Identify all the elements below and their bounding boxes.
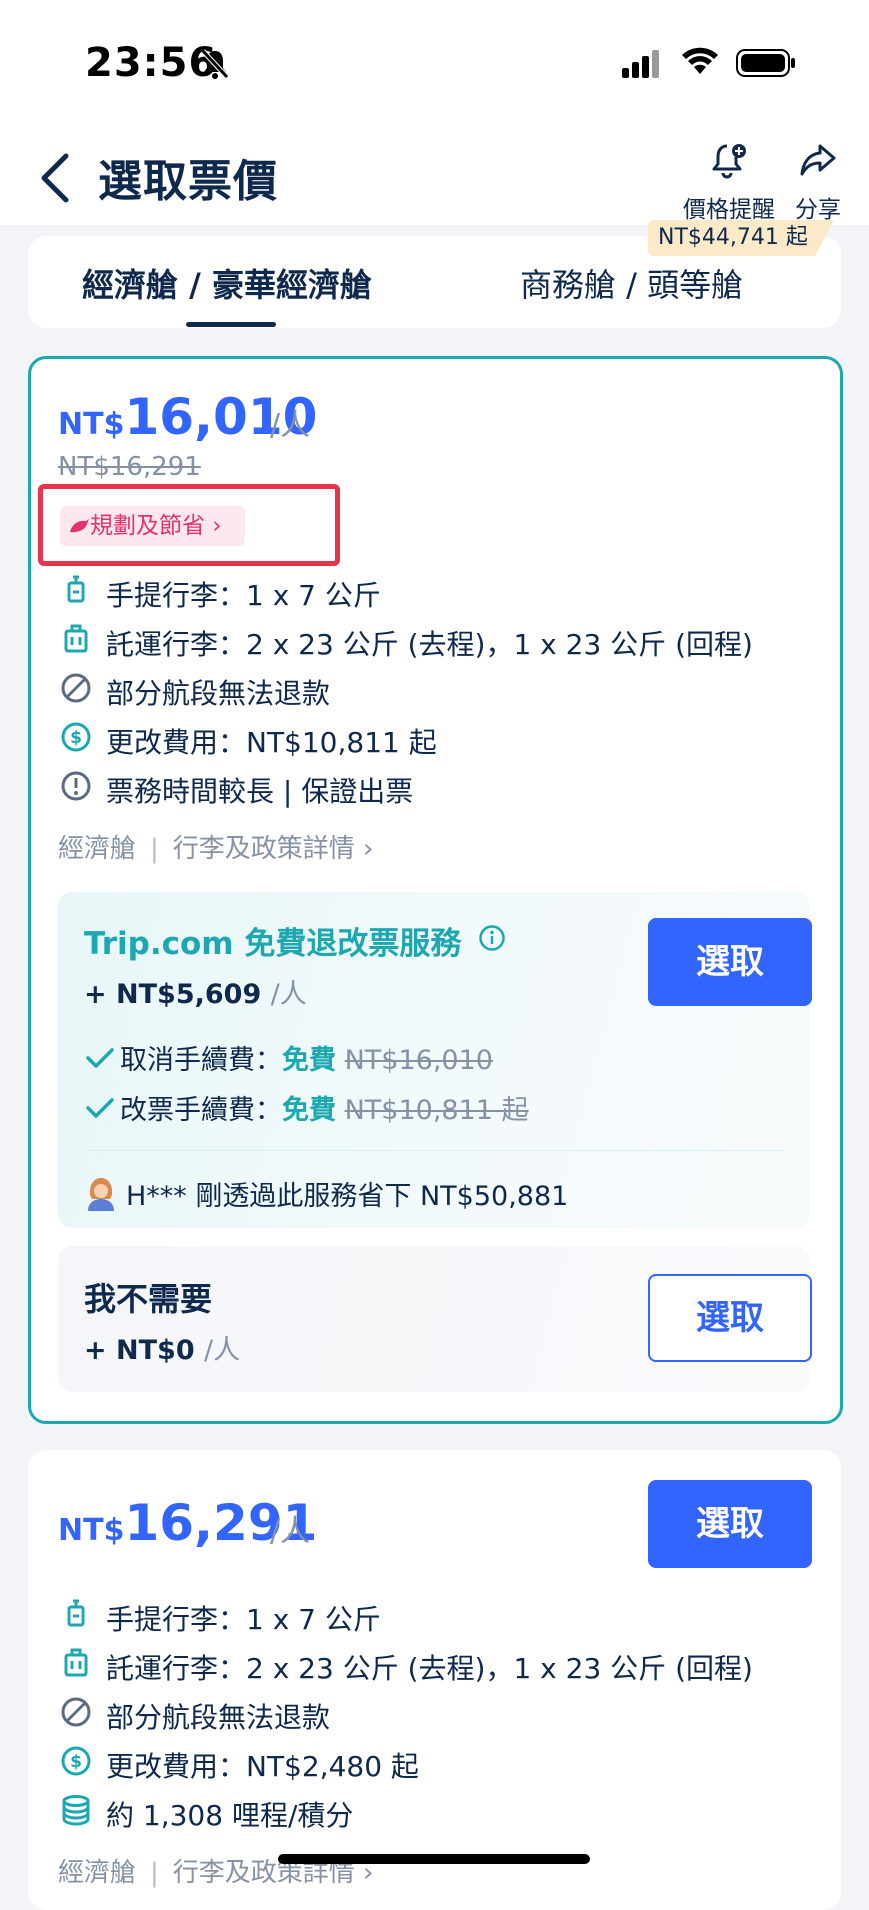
fare2-per-person: /人	[270, 1514, 311, 1549]
feature-text: 手提行李：1 x 7 公斤	[106, 579, 381, 612]
cancel-fee-row: 取消手續費：免費 NT$16,010	[86, 1038, 493, 1077]
policy-link-label: 行李及政策詳情	[172, 834, 355, 864]
share-button[interactable]: 分享	[788, 140, 848, 224]
service-title: Trip.com 免費退改票服務	[84, 926, 462, 962]
fare1-per-person: /人	[270, 408, 311, 443]
service-divider	[84, 1150, 784, 1151]
feature-text: 票務時間較長 | 保證出票	[106, 775, 414, 808]
fare1-original-price: NT$16,291	[58, 452, 201, 482]
feature-text: 手提行李：1 x 7 公斤	[106, 1603, 381, 1636]
carry-on-icon	[67, 575, 85, 603]
price-alert-button[interactable]: 價格提醒	[676, 140, 782, 224]
tab-business[interactable]: 商務艙 / 頭等艙	[520, 260, 743, 306]
price-alert-label: 價格提醒	[683, 197, 775, 223]
carry-on-icon	[67, 1599, 85, 1627]
battery-icon	[736, 49, 795, 77]
separator: |	[150, 834, 159, 864]
checked-bag-icon	[64, 1648, 88, 1677]
avatar	[88, 1178, 114, 1211]
select-service-button[interactable]: 選取	[648, 918, 812, 1006]
share-icon	[800, 144, 836, 176]
highlight-annotation	[38, 484, 340, 566]
svg-text:$: $	[70, 728, 82, 748]
feature-text: 託運行李：2 x 23 公斤 (去程)，1 x 23 公斤 (回程)	[106, 628, 753, 661]
cancel-fee-free: 免費	[282, 1045, 336, 1076]
home-indicator	[278, 1854, 590, 1864]
no-service-title: 我不需要	[84, 1280, 213, 1318]
check-icon	[86, 1095, 120, 1126]
bell-plus-icon	[712, 144, 746, 179]
feature-text: 部分航段無法退款	[106, 1701, 331, 1734]
active-tab-indicator	[186, 322, 276, 327]
wifi-icon	[682, 47, 718, 74]
bell-off-icon	[201, 49, 229, 79]
change-fee-row: 改票手續費：免費 NT$10,811 起	[86, 1088, 529, 1127]
change-fee-old: NT$10,811 起	[344, 1095, 529, 1126]
signal-icon	[622, 50, 659, 78]
checked-bag-icon	[64, 624, 88, 653]
no-refund-icon	[61, 673, 91, 703]
coins-icon	[62, 1795, 90, 1826]
status-time: 23:56	[85, 40, 218, 86]
service-per-person: /人	[270, 979, 307, 1010]
testimonial: H*** 剛透過此服務省下 NT$50,881	[86, 1174, 568, 1213]
page-title: 選取票價	[98, 156, 278, 207]
no-service-price: + NT$0 /人	[84, 1328, 240, 1367]
feature-text: 約 1,308 哩程/積分	[106, 1799, 354, 1832]
business-price-tag: NT$44,741 起	[648, 220, 834, 256]
fare1-currency: NT$	[58, 407, 125, 442]
tab-economy[interactable]: 經濟艙 / 豪華經濟艙	[82, 260, 372, 306]
fare2-currency: NT$	[58, 1513, 125, 1548]
cancel-fee-label: 取消手續費：	[120, 1045, 282, 1076]
feature-text: 託運行李：2 x 23 公斤 (去程)，1 x 23 公斤 (回程)	[106, 1652, 753, 1685]
change-fee-free: 免費	[282, 1095, 336, 1126]
info-icon[interactable]	[478, 924, 506, 952]
back-icon[interactable]	[36, 148, 76, 208]
no-service-per-person: /人	[204, 1335, 241, 1366]
no-refund-icon	[61, 1697, 91, 1727]
dollar-icon: $	[61, 1746, 91, 1776]
svg-text:$: $	[70, 1752, 82, 1772]
select-fare2-button[interactable]: 選取	[648, 1480, 812, 1568]
share-label: 分享	[795, 197, 841, 223]
change-fee-label: 改票手續費：	[120, 1095, 282, 1126]
cancel-fee-old: NT$16,010	[344, 1045, 493, 1076]
select-no-service-button[interactable]: 選取	[648, 1274, 812, 1362]
service-price: + NT$5,609 /人	[84, 972, 307, 1011]
cabin-label: 經濟艙	[58, 834, 137, 864]
no-service-price-value: + NT$0	[84, 1335, 195, 1366]
fare1-policy-link[interactable]: 經濟艙 | 行李及政策詳情 ›	[58, 828, 373, 865]
feature-text: 更改費用：NT$2,480 起	[106, 1750, 419, 1783]
chevron-right-icon: ›	[354, 834, 374, 864]
alert-icon	[61, 771, 91, 801]
dollar-icon: $	[61, 722, 91, 752]
testimonial-text: H*** 剛透過此服務省下 NT$50,881	[126, 1181, 569, 1212]
check-icon	[86, 1045, 120, 1076]
feature-text: 更改費用：NT$10,811 起	[106, 726, 437, 759]
service-price-value: + NT$5,609	[84, 979, 262, 1010]
feature-text: 部分航段無法退款	[106, 677, 331, 710]
